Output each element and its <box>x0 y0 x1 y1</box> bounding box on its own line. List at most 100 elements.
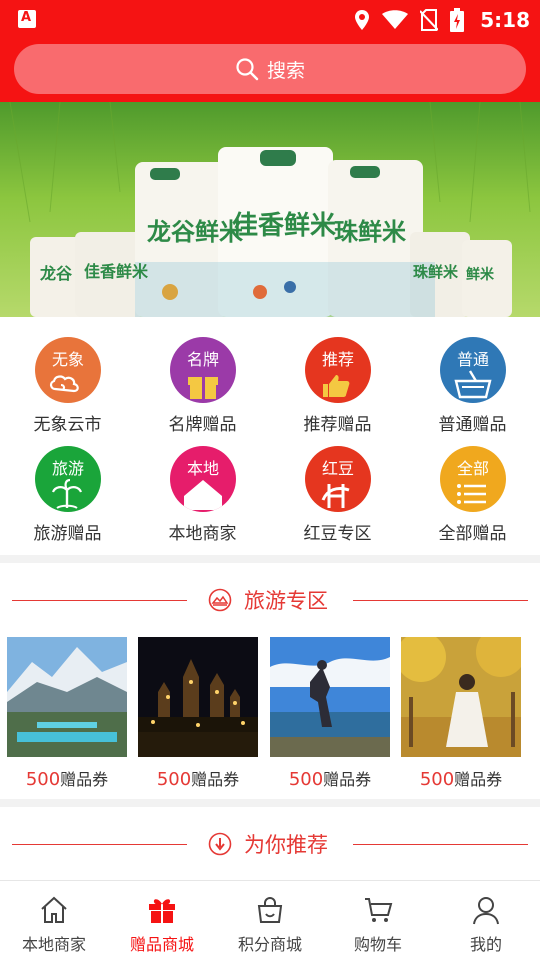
category-label: 红豆专区 <box>303 524 372 544</box>
travel-section: 旅游专区 500赠品券 500赠品券 500赠品券 500赠品券 <box>0 563 540 799</box>
autumn-woman-photo <box>401 637 521 757</box>
travel-item-image[interactable] <box>7 637 127 757</box>
bottom-tab-bar: 本地商家 赠品商城 积分商城 购物车 我的 <box>0 880 540 960</box>
logo-icon <box>321 484 350 508</box>
recommend-section: 为你推荐 <box>0 807 540 887</box>
category-item[interactable]: 推荐 推荐赠品 <box>270 317 405 435</box>
banner-text-5: 佳香鲜米 <box>84 262 149 281</box>
user-icon <box>473 897 499 925</box>
category-item[interactable]: 名牌 名牌赠品 <box>135 317 270 435</box>
travel-item-image[interactable] <box>401 637 521 757</box>
category-icon-circle: 推荐 <box>305 337 371 403</box>
app-badge-text: A <box>21 10 32 25</box>
category-icon-circle: 旅游 <box>35 446 101 512</box>
banner-text-1: 龙谷鲜米 <box>147 218 243 246</box>
banner-text-3: 珠鲜米 <box>334 218 406 246</box>
wifi-icon <box>382 10 409 29</box>
clock: 5:18 <box>480 8 530 32</box>
mountain-lake-photo <box>7 637 127 757</box>
cart-icon <box>365 898 393 922</box>
no-sim-icon <box>420 9 439 31</box>
category-item[interactable]: 红豆 红豆专区 <box>270 426 405 544</box>
coupon-unit: 赠品券 <box>60 770 109 789</box>
category-item[interactable]: 无象 无象云市 <box>0 317 135 435</box>
tab-mine[interactable]: 我的 <box>432 881 540 960</box>
tab-cart[interactable]: 购物车 <box>324 881 432 960</box>
category-item[interactable]: 普通 普通赠品 <box>405 317 540 435</box>
divider-left <box>12 600 187 601</box>
gift-icon <box>188 377 218 399</box>
tab-label: 我的 <box>469 935 502 954</box>
travel-item-price: 500赠品券 <box>401 766 521 790</box>
search-label: 搜索 <box>266 59 305 82</box>
category-label: 本地商家 <box>168 524 237 544</box>
home-icon <box>41 896 67 923</box>
category-item[interactable]: 旅游 旅游赠品 <box>0 426 135 544</box>
travel-item-image[interactable] <box>270 637 390 757</box>
basket-icon <box>454 370 492 399</box>
house-icon <box>184 480 222 510</box>
travel-item-price: 500赠品券 <box>138 766 258 790</box>
banner-text-2: 佳香鲜米 <box>232 211 336 241</box>
coupon-amount: 500 <box>25 769 61 790</box>
coupon-amount: 500 <box>288 769 324 790</box>
battery-icon <box>450 8 465 32</box>
app-screen: A 5:18 搜索 龙谷鲜米 佳香鲜米 珠鲜米 龙谷 佳香鲜米 珠鲜米 鲜米 无… <box>0 0 540 960</box>
promo-banner[interactable]: 龙谷鲜米 佳香鲜米 珠鲜米 龙谷 佳香鲜米 珠鲜米 鲜米 <box>0 102 540 317</box>
thumbs-up-icon <box>323 375 350 397</box>
category-icon-circle: 红豆 <box>305 446 371 512</box>
category-icon-circle: 普通 <box>440 337 506 403</box>
category-icon-circle: 全部 <box>440 446 506 512</box>
category-icon-circle: 本地 <box>170 446 236 512</box>
divider-right <box>353 600 528 601</box>
banner-text-6: 珠鲜米 <box>413 263 459 281</box>
bag-icon <box>257 897 283 923</box>
gift-box-icon <box>149 899 175 923</box>
tab-gift-mall[interactable]: 赠品商城 <box>108 881 216 960</box>
tab-label: 本地商家 <box>21 935 86 954</box>
category-icon-circle: 无象 <box>35 337 101 403</box>
location-icon <box>355 10 370 30</box>
banner-image: 龙谷鲜米 佳香鲜米 珠鲜米 龙谷 佳香鲜米 珠鲜米 鲜米 <box>0 102 540 317</box>
coupon-amount: 500 <box>419 769 455 790</box>
app-badge-icon: A <box>18 10 36 28</box>
list-icon <box>457 484 486 504</box>
travel-item-image[interactable] <box>138 637 258 757</box>
coupon-amount: 500 <box>156 769 192 790</box>
banner-text-4: 龙谷 <box>39 264 73 283</box>
travel-icon <box>208 588 232 612</box>
category-item[interactable]: 全部 全部赠品 <box>405 426 540 544</box>
category-grid: 无象 无象云市 名牌 名牌赠品 推荐 推荐赠品 普通 普通赠品 旅游 旅游赠品 本地 本地商家 红豆 红豆… <box>0 317 540 555</box>
category-item[interactable]: 本地 本地商家 <box>135 426 270 544</box>
recommend-section-title: 为你推荐 <box>244 833 328 857</box>
down-arrow-icon <box>208 832 232 856</box>
header: 搜索 <box>0 40 540 102</box>
tab-label: 赠品商城 <box>129 935 194 954</box>
travel-section-header: 旅游专区 <box>0 585 540 615</box>
divider-right <box>353 844 528 845</box>
recommend-section-header: 为你推荐 <box>0 829 540 859</box>
search-icon <box>236 58 259 81</box>
banner-text-7: 鲜米 <box>466 266 495 283</box>
divider-left <box>12 844 187 845</box>
search-bar[interactable]: 搜索 <box>14 44 526 94</box>
palm-tree-icon <box>51 478 83 509</box>
status-bar: A 5:18 <box>0 0 540 40</box>
travel-item-price: 500赠品券 <box>7 766 127 790</box>
category-icon-circle: 名牌 <box>170 337 236 403</box>
coupon-unit: 赠品券 <box>191 770 240 789</box>
tab-label: 积分商城 <box>237 935 302 954</box>
category-label: 旅游赠品 <box>33 524 102 544</box>
night-castle-photo <box>138 637 258 757</box>
lakeside-person-photo <box>270 637 390 757</box>
coupon-unit: 赠品券 <box>323 770 372 789</box>
tab-points-mall[interactable]: 积分商城 <box>216 881 324 960</box>
tab-local-merchants[interactable]: 本地商家 <box>0 881 108 960</box>
category-label: 全部赠品 <box>438 524 507 544</box>
travel-item-price: 500赠品券 <box>270 766 390 790</box>
cloud-icon <box>49 375 79 393</box>
travel-section-title: 旅游专区 <box>244 589 328 613</box>
tab-label: 购物车 <box>353 935 402 954</box>
status-icons: 5:18 <box>354 6 530 34</box>
coupon-unit: 赠品券 <box>454 770 503 789</box>
